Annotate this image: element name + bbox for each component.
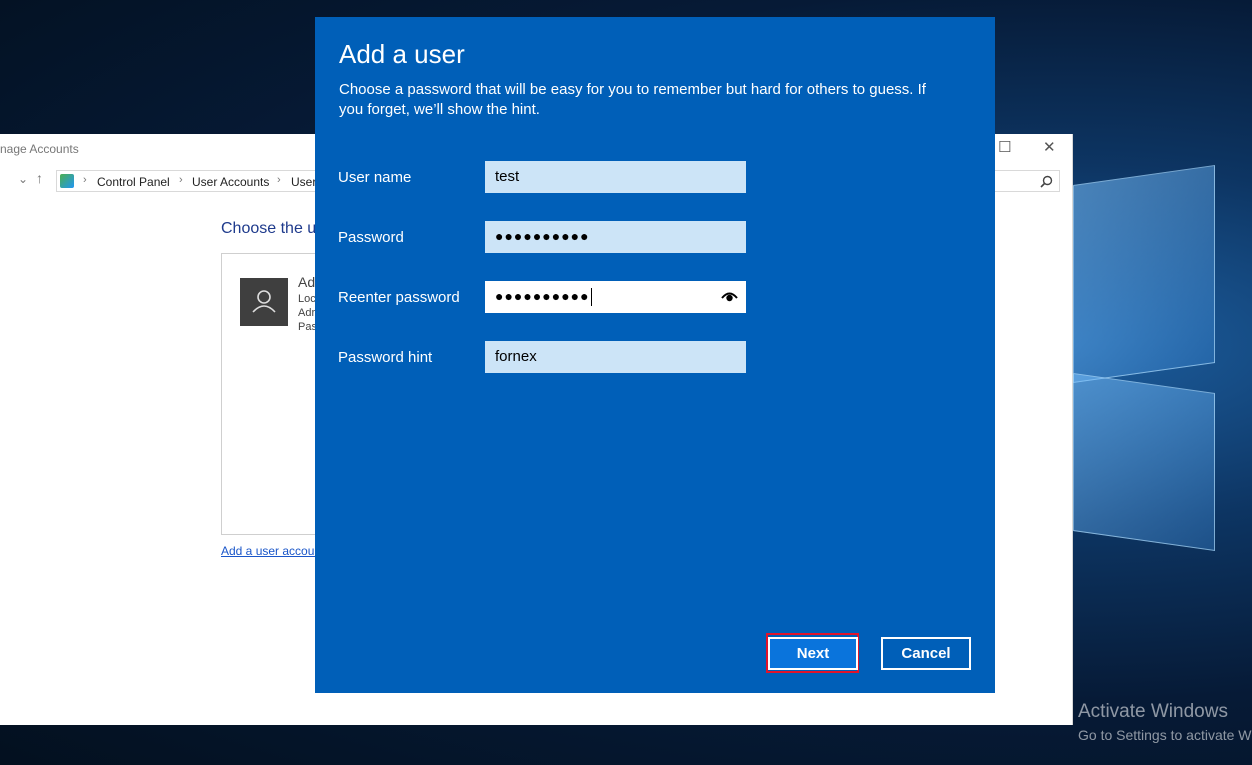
password-field[interactable]: ●●●●●●●●●● (485, 221, 746, 253)
cancel-button[interactable]: Cancel (881, 637, 971, 670)
add-user-dialog: Add a user Choose a password that will b… (315, 17, 995, 693)
reenter-password-value: ●●●●●●●●●● (495, 288, 590, 304)
reenter-password-field[interactable]: ●●●●●●●●●● (485, 281, 746, 313)
maximize-icon[interactable]: ☐ (998, 138, 1011, 156)
reenter-password-label: Reenter password (338, 289, 460, 306)
password-hint-field[interactable]: fornex (485, 341, 746, 373)
user-avatar-icon[interactable] (240, 278, 288, 326)
chevron-right-icon: › (179, 174, 183, 186)
search-icon[interactable] (1040, 175, 1053, 188)
username-label: User name (338, 169, 412, 186)
breadcrumb-item[interactable]: Control Panel (97, 175, 170, 189)
password-hint-label: Password hint (338, 349, 433, 366)
wallpaper-pane (1073, 165, 1215, 383)
password-label: Password (338, 229, 404, 246)
activation-watermark-title: Activate Windows (1078, 701, 1228, 722)
breadcrumb-item[interactable]: User (291, 175, 316, 189)
window-title: nage Accounts (0, 142, 79, 156)
account-name[interactable]: Ad (298, 274, 315, 290)
chevron-right-icon: › (83, 174, 87, 186)
add-user-link[interactable]: Add a user accoun (221, 544, 321, 558)
account-detail: Adr (298, 307, 316, 319)
text-caret (590, 288, 592, 307)
wallpaper-pane (1073, 373, 1215, 551)
dropdown-icon[interactable]: ⌄ (18, 172, 28, 186)
up-arrow-icon[interactable]: ↑ (36, 170, 43, 186)
control-panel-icon (60, 174, 74, 188)
chevron-right-icon: › (277, 174, 281, 186)
username-field[interactable]: test (485, 161, 746, 193)
activation-watermark-subtitle: Go to Settings to activate W (1078, 727, 1252, 743)
dialog-title: Add a user (339, 39, 465, 69)
page-heading: Choose the us (221, 220, 325, 237)
eye-icon[interactable] (721, 290, 738, 303)
next-button[interactable]: Next (768, 637, 858, 670)
breadcrumb-item[interactable]: User Accounts (192, 175, 269, 189)
password-value: ●●●●●●●●●● (495, 228, 590, 244)
close-icon[interactable]: ✕ (1043, 138, 1056, 156)
account-detail: Loc (298, 293, 316, 305)
dialog-description: Choose a password that will be easy for … (339, 81, 926, 118)
